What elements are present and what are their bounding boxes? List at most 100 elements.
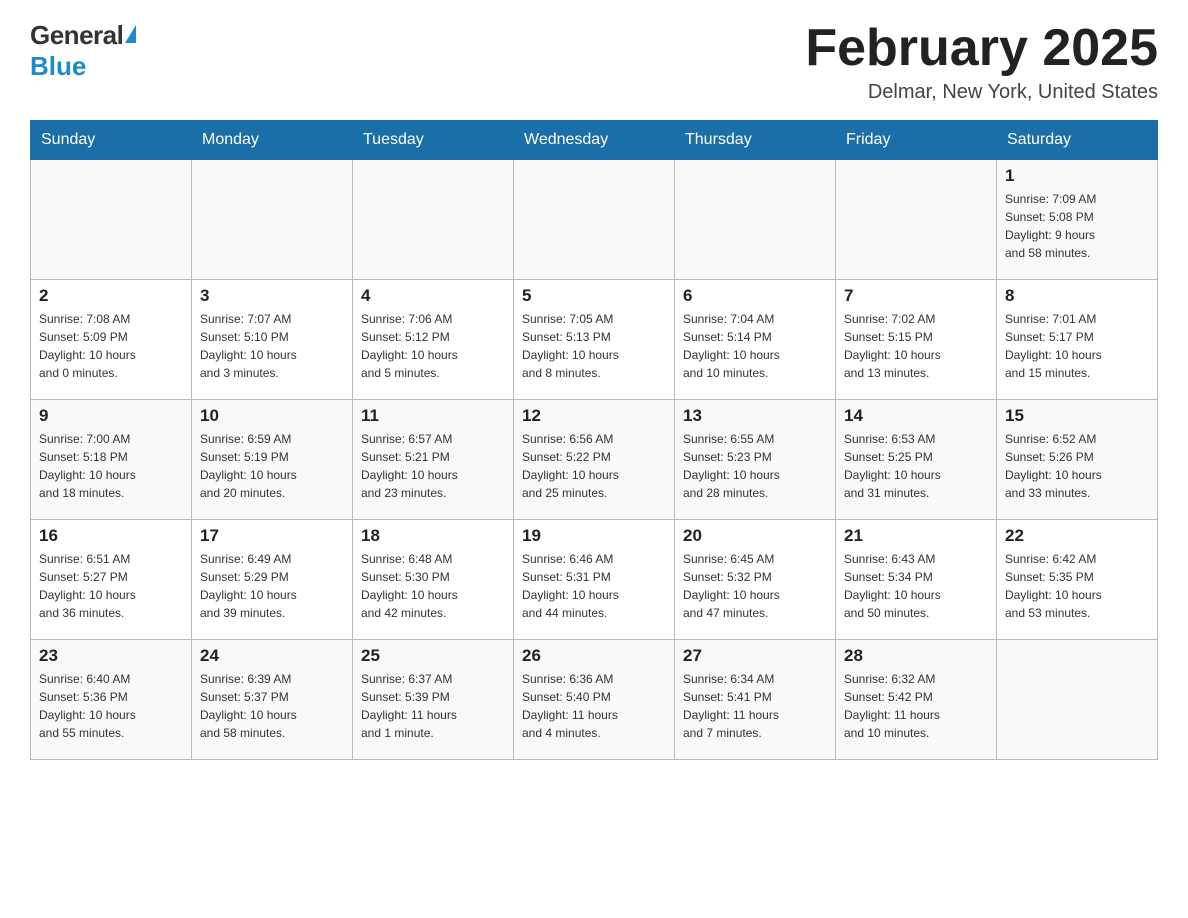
week-row-5: 23 Sunrise: 6:40 AMSunset: 5:36 PMDayligh… [31, 640, 1158, 760]
header-tuesday: Tuesday [353, 121, 514, 160]
calendar-cell-w2-d1: 2 Sunrise: 7:08 AMSunset: 5:09 PMDaylight… [31, 280, 192, 400]
calendar-cell-w3-d7: 15 Sunrise: 6:52 AMSunset: 5:26 PMDayligh… [997, 400, 1158, 520]
calendar-cell-w5-d1: 23 Sunrise: 6:40 AMSunset: 5:36 PMDayligh… [31, 640, 192, 760]
day-number-6: 6 [683, 286, 827, 306]
day-info-21: Sunrise: 6:43 AMSunset: 5:34 PMDaylight:… [844, 550, 988, 622]
day-number-14: 14 [844, 406, 988, 426]
day-info-7: Sunrise: 7:02 AMSunset: 5:15 PMDaylight:… [844, 310, 988, 382]
header-saturday: Saturday [997, 121, 1158, 160]
calendar-cell-w2-d3: 4Sunrise: 7:06 AMSunset: 5:12 PMDaylight… [353, 280, 514, 400]
day-info-27: Sunrise: 6:34 AMSunset: 5:41 PMDaylight:… [683, 670, 827, 742]
day-number-11: 11 [361, 406, 505, 426]
day-number-19: 19 [522, 526, 666, 546]
calendar-cell-w2-d4: 5Sunrise: 7:05 AMSunset: 5:13 PMDaylight… [514, 280, 675, 400]
day-number-20: 20 [683, 526, 827, 546]
day-info-24: Sunrise: 6:39 AMSunset: 5:37 PMDaylight:… [200, 670, 344, 742]
calendar-cell-w5-d3: 25 Sunrise: 6:37 AMSunset: 5:39 PMDayligh… [353, 640, 514, 760]
logo: General Blue [30, 20, 136, 82]
day-info-15: Sunrise: 6:52 AMSunset: 5:26 PMDaylight:… [1005, 430, 1149, 502]
day-number-15: 15 [1005, 406, 1149, 426]
calendar-cell-w3-d5: 13 Sunrise: 6:55 AMSunset: 5:23 PMDayligh… [675, 400, 836, 520]
calendar-cell-w4-d5: 20 Sunrise: 6:45 AMSunset: 5:32 PMDayligh… [675, 520, 836, 640]
day-info-25: Sunrise: 6:37 AMSunset: 5:39 PMDaylight:… [361, 670, 505, 742]
calendar-cell-w1-d4 [514, 160, 675, 280]
calendar-cell-w5-d7 [997, 640, 1158, 760]
day-info-10: Sunrise: 6:59 AMSunset: 5:19 PMDaylight:… [200, 430, 344, 502]
week-row-4: 16 Sunrise: 6:51 AMSunset: 5:27 PMDayligh… [31, 520, 1158, 640]
day-info-8: Sunrise: 7:01 AMSunset: 5:17 PMDaylight:… [1005, 310, 1149, 382]
calendar-cell-w4-d4: 19Sunrise: 6:46 AMSunset: 5:31 PMDayligh… [514, 520, 675, 640]
calendar-cell-w5-d6: 28Sunrise: 6:32 AMSunset: 5:42 PMDayligh… [836, 640, 997, 760]
header-sunday: Sunday [31, 121, 192, 160]
calendar-cell-w2-d2: 3 Sunrise: 7:07 AMSunset: 5:10 PMDaylight… [192, 280, 353, 400]
month-title: February 2025 [805, 20, 1158, 77]
day-number-24: 24 [200, 646, 344, 666]
day-info-3: Sunrise: 7:07 AMSunset: 5:10 PMDaylight:… [200, 310, 344, 382]
logo-triangle-icon [125, 25, 136, 43]
day-number-9: 9 [39, 406, 183, 426]
day-number-16: 16 [39, 526, 183, 546]
logo-blue-text: Blue [30, 51, 86, 82]
header-friday: Friday [836, 121, 997, 160]
day-info-12: Sunrise: 6:56 AMSunset: 5:22 PMDaylight:… [522, 430, 666, 502]
week-row-1: 1 Sunrise: 7:09 AMSunset: 5:08 PMDaylight… [31, 160, 1158, 280]
calendar-cell-w4-d2: 17Sunrise: 6:49 AMSunset: 5:29 PMDayligh… [192, 520, 353, 640]
calendar-cell-w4-d7: 22 Sunrise: 6:42 AMSunset: 5:35 PMDayligh… [997, 520, 1158, 640]
day-info-16: Sunrise: 6:51 AMSunset: 5:27 PMDaylight:… [39, 550, 183, 622]
calendar-cell-w3-d4: 12 Sunrise: 6:56 AMSunset: 5:22 PMDayligh… [514, 400, 675, 520]
calendar-cell-w1-d6 [836, 160, 997, 280]
header-thursday: Thursday [675, 121, 836, 160]
calendar-cell-w4-d6: 21 Sunrise: 6:43 AMSunset: 5:34 PMDayligh… [836, 520, 997, 640]
day-info-22: Sunrise: 6:42 AMSunset: 5:35 PMDaylight:… [1005, 550, 1149, 622]
day-number-1: 1 [1005, 166, 1149, 186]
day-number-12: 12 [522, 406, 666, 426]
day-number-18: 18 [361, 526, 505, 546]
day-info-1: Sunrise: 7:09 AMSunset: 5:08 PMDaylight:… [1005, 190, 1149, 262]
day-number-2: 2 [39, 286, 183, 306]
day-info-6: Sunrise: 7:04 AMSunset: 5:14 PMDaylight:… [683, 310, 827, 382]
day-info-9: Sunrise: 7:00 AMSunset: 5:18 PMDaylight:… [39, 430, 183, 502]
calendar-cell-w1-d5 [675, 160, 836, 280]
calendar-header-row: Sunday Monday Tuesday Wednesday Thursday… [31, 121, 1158, 160]
page-header: General Blue February 2025 Delmar, New Y… [30, 20, 1158, 104]
day-number-21: 21 [844, 526, 988, 546]
day-number-28: 28 [844, 646, 988, 666]
header-monday: Monday [192, 121, 353, 160]
calendar-cell-w3-d2: 10 Sunrise: 6:59 AMSunset: 5:19 PMDayligh… [192, 400, 353, 520]
calendar-cell-w3-d3: 11 Sunrise: 6:57 AMSunset: 5:21 PMDayligh… [353, 400, 514, 520]
day-number-4: 4 [361, 286, 505, 306]
day-number-23: 23 [39, 646, 183, 666]
calendar-cell-w3-d1: 9 Sunrise: 7:00 AMSunset: 5:18 PMDaylight… [31, 400, 192, 520]
week-row-2: 2 Sunrise: 7:08 AMSunset: 5:09 PMDaylight… [31, 280, 1158, 400]
calendar-cell-w4-d1: 16 Sunrise: 6:51 AMSunset: 5:27 PMDayligh… [31, 520, 192, 640]
day-info-18: Sunrise: 6:48 AMSunset: 5:30 PMDaylight:… [361, 550, 505, 622]
calendar-cell-w5-d4: 26 Sunrise: 6:36 AMSunset: 5:40 PMDayligh… [514, 640, 675, 760]
calendar-cell-w1-d3 [353, 160, 514, 280]
calendar-table: Sunday Monday Tuesday Wednesday Thursday… [30, 120, 1158, 760]
day-info-11: Sunrise: 6:57 AMSunset: 5:21 PMDaylight:… [361, 430, 505, 502]
day-number-22: 22 [1005, 526, 1149, 546]
day-number-10: 10 [200, 406, 344, 426]
day-info-2: Sunrise: 7:08 AMSunset: 5:09 PMDaylight:… [39, 310, 183, 382]
day-number-13: 13 [683, 406, 827, 426]
week-row-3: 9 Sunrise: 7:00 AMSunset: 5:18 PMDaylight… [31, 400, 1158, 520]
day-info-23: Sunrise: 6:40 AMSunset: 5:36 PMDaylight:… [39, 670, 183, 742]
calendar-cell-w5-d5: 27 Sunrise: 6:34 AMSunset: 5:41 PMDayligh… [675, 640, 836, 760]
day-info-26: Sunrise: 6:36 AMSunset: 5:40 PMDaylight:… [522, 670, 666, 742]
calendar-cell-w1-d1 [31, 160, 192, 280]
day-info-14: Sunrise: 6:53 AMSunset: 5:25 PMDaylight:… [844, 430, 988, 502]
day-number-25: 25 [361, 646, 505, 666]
day-number-26: 26 [522, 646, 666, 666]
location: Delmar, New York, United States [805, 81, 1158, 104]
calendar-cell-w3-d6: 14 Sunrise: 6:53 AMSunset: 5:25 PMDayligh… [836, 400, 997, 520]
calendar-cell-w2-d5: 6 Sunrise: 7:04 AMSunset: 5:14 PMDaylight… [675, 280, 836, 400]
day-info-13: Sunrise: 6:55 AMSunset: 5:23 PMDaylight:… [683, 430, 827, 502]
title-block: February 2025 Delmar, New York, United S… [805, 20, 1158, 104]
day-info-5: Sunrise: 7:05 AMSunset: 5:13 PMDaylight:… [522, 310, 666, 382]
day-number-27: 27 [683, 646, 827, 666]
calendar-cell-w4-d3: 18 Sunrise: 6:48 AMSunset: 5:30 PMDayligh… [353, 520, 514, 640]
day-number-3: 3 [200, 286, 344, 306]
calendar-cell-w1-d7: 1 Sunrise: 7:09 AMSunset: 5:08 PMDaylight… [997, 160, 1158, 280]
calendar-cell-w2-d7: 8Sunrise: 7:01 AMSunset: 5:17 PMDaylight… [997, 280, 1158, 400]
day-info-20: Sunrise: 6:45 AMSunset: 5:32 PMDaylight:… [683, 550, 827, 622]
